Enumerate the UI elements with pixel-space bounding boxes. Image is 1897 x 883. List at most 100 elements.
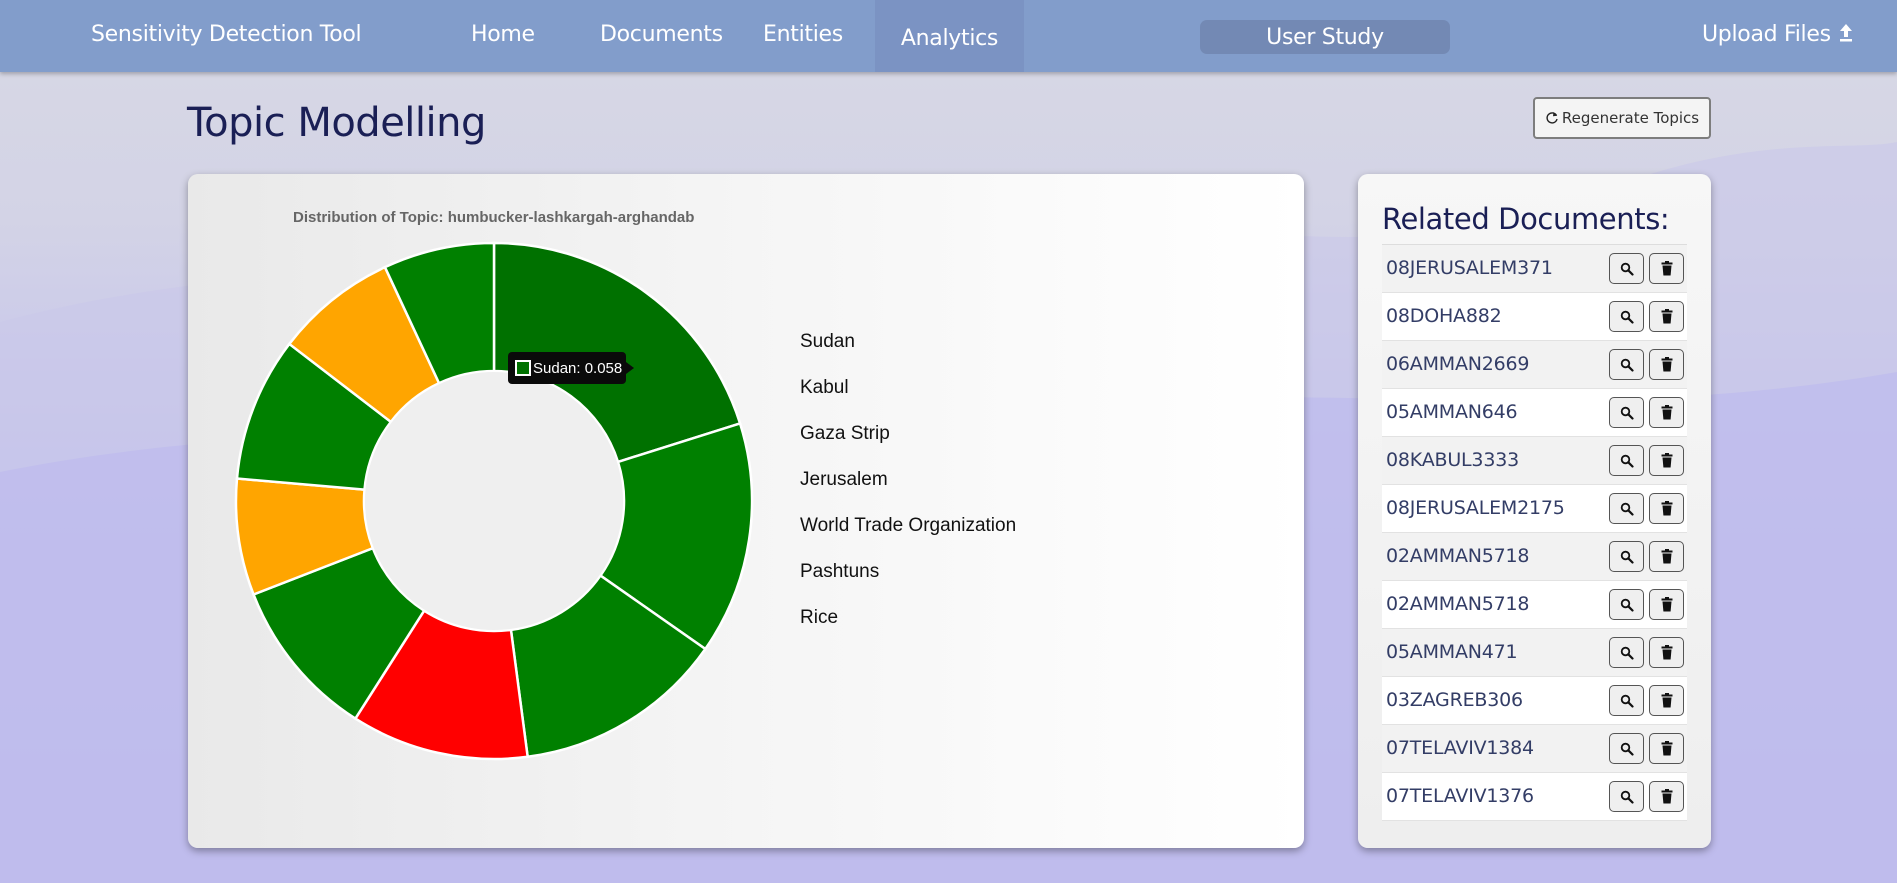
document-row: 07TELAVIV1384 xyxy=(1382,725,1687,773)
view-document-button[interactable] xyxy=(1609,493,1644,524)
search-icon xyxy=(1620,406,1634,420)
trash-icon xyxy=(1661,453,1672,468)
related-documents-list: 08JERUSALEM371 08DOHA882 06AMMAN2669 05AMMA… xyxy=(1382,244,1687,821)
topic-donut-chart: Distribution of Topic: humbucker-lashkar… xyxy=(234,209,754,761)
upload-files-link[interactable]: Upload Files xyxy=(1702,22,1831,47)
trash-icon xyxy=(1661,597,1672,612)
chart-title: Distribution of Topic: humbucker-lashkar… xyxy=(293,209,694,226)
search-icon xyxy=(1620,502,1634,516)
delete-document-button[interactable] xyxy=(1649,733,1684,764)
document-row: 08JERUSALEM2175 xyxy=(1382,485,1687,533)
delete-document-button[interactable] xyxy=(1649,445,1684,476)
view-document-button[interactable] xyxy=(1609,349,1644,380)
document-row: 03ZAGREB306 xyxy=(1382,677,1687,725)
trash-icon xyxy=(1661,357,1672,372)
trash-icon xyxy=(1661,501,1672,516)
delete-document-button[interactable] xyxy=(1649,781,1684,812)
search-icon xyxy=(1620,310,1634,324)
view-document-button[interactable] xyxy=(1609,397,1644,428)
document-row: 05AMMAN646 xyxy=(1382,389,1687,437)
regenerate-topics-button[interactable]: Regenerate Topics xyxy=(1533,97,1711,139)
page-title: Topic Modelling xyxy=(187,100,486,146)
document-name[interactable]: 05AMMAN646 xyxy=(1386,401,1518,423)
document-row: 02AMMAN5718 xyxy=(1382,533,1687,581)
view-document-button[interactable] xyxy=(1609,253,1644,284)
document-name[interactable]: 08KABUL3333 xyxy=(1386,449,1519,471)
search-icon xyxy=(1620,694,1634,708)
related-documents-card: Related Documents: 08JERUSALEM371 08DOHA8… xyxy=(1358,174,1711,848)
delete-document-button[interactable] xyxy=(1649,397,1684,428)
related-documents-title: Related Documents: xyxy=(1382,202,1670,236)
search-icon xyxy=(1620,598,1634,612)
trash-icon xyxy=(1661,309,1672,324)
document-row: 05AMMAN471 xyxy=(1382,629,1687,677)
search-icon xyxy=(1620,358,1634,372)
view-document-button[interactable] xyxy=(1609,589,1644,620)
document-name[interactable]: 08DOHA882 xyxy=(1386,305,1502,327)
donut-hole xyxy=(365,372,623,630)
view-document-button[interactable] xyxy=(1609,781,1644,812)
view-document-button[interactable] xyxy=(1609,301,1644,332)
document-name[interactable]: 06AMMAN2669 xyxy=(1386,353,1530,375)
nav-entities[interactable]: Entities xyxy=(763,22,843,47)
legend-item[interactable]: Pashtuns xyxy=(800,561,879,583)
document-name[interactable]: 07TELAVIV1376 xyxy=(1386,785,1534,807)
search-icon xyxy=(1620,550,1634,564)
document-name[interactable]: 08JERUSALEM371 xyxy=(1386,257,1553,279)
trash-icon xyxy=(1661,741,1672,756)
trash-icon xyxy=(1661,789,1672,804)
delete-document-button[interactable] xyxy=(1649,541,1684,572)
view-document-button[interactable] xyxy=(1609,685,1644,716)
nav-analytics[interactable]: Analytics xyxy=(875,0,1024,72)
search-icon xyxy=(1620,742,1634,756)
delete-document-button[interactable] xyxy=(1649,589,1684,620)
nav-home[interactable]: Home xyxy=(471,22,535,47)
document-name[interactable]: 02AMMAN5718 xyxy=(1386,545,1530,567)
legend-item[interactable]: World Trade Organization xyxy=(800,515,1016,537)
document-name[interactable]: 08JERUSALEM2175 xyxy=(1386,497,1565,519)
upload-icon[interactable] xyxy=(1838,23,1854,43)
chart-tooltip: Sudan: 0.058 xyxy=(508,352,634,384)
delete-document-button[interactable] xyxy=(1649,685,1684,716)
legend-item[interactable]: Sudan xyxy=(800,331,855,353)
document-row: 07TELAVIV1376 xyxy=(1382,773,1687,821)
document-row: 08KABUL3333 xyxy=(1382,437,1687,485)
trash-icon xyxy=(1661,405,1672,420)
document-name[interactable]: 03ZAGREB306 xyxy=(1386,689,1523,711)
nav-documents[interactable]: Documents xyxy=(600,22,723,47)
delete-document-button[interactable] xyxy=(1649,637,1684,668)
user-study-button[interactable]: User Study xyxy=(1200,20,1450,54)
legend-item[interactable]: Rice xyxy=(800,607,838,629)
view-document-button[interactable] xyxy=(1609,637,1644,668)
brand-title[interactable]: Sensitivity Detection Tool xyxy=(91,22,362,47)
document-name[interactable]: 05AMMAN471 xyxy=(1386,641,1518,663)
top-navbar: Sensitivity Detection Tool Home Document… xyxy=(0,0,1897,72)
delete-document-button[interactable] xyxy=(1649,301,1684,332)
document-row: 02AMMAN5718 xyxy=(1382,581,1687,629)
document-row: 06AMMAN2669 xyxy=(1382,341,1687,389)
tooltip-text: Sudan: 0.058 xyxy=(533,360,622,377)
search-icon xyxy=(1620,262,1634,276)
view-document-button[interactable] xyxy=(1609,541,1644,572)
search-icon xyxy=(1620,454,1634,468)
refresh-icon xyxy=(1546,112,1558,124)
document-row: 08JERUSALEM371 xyxy=(1382,245,1687,293)
search-icon xyxy=(1620,790,1634,804)
trash-icon xyxy=(1661,645,1672,660)
view-document-button[interactable] xyxy=(1609,733,1644,764)
trash-icon xyxy=(1661,261,1672,276)
trash-icon xyxy=(1661,693,1672,708)
legend-item[interactable]: Gaza Strip xyxy=(800,423,890,445)
topic-chart-card: Distribution of Topic: humbucker-lashkar… xyxy=(188,174,1304,848)
regenerate-topics-label: Regenerate Topics xyxy=(1561,109,1700,127)
document-row: 08DOHA882 xyxy=(1382,293,1687,341)
document-name[interactable]: 07TELAVIV1384 xyxy=(1386,737,1534,759)
search-icon xyxy=(1620,646,1634,660)
document-name[interactable]: 02AMMAN5718 xyxy=(1386,593,1530,615)
delete-document-button[interactable] xyxy=(1649,349,1684,380)
view-document-button[interactable] xyxy=(1609,445,1644,476)
delete-document-button[interactable] xyxy=(1649,253,1684,284)
legend-item[interactable]: Jerusalem xyxy=(800,469,888,491)
legend-item[interactable]: Kabul xyxy=(800,377,849,399)
delete-document-button[interactable] xyxy=(1649,493,1684,524)
